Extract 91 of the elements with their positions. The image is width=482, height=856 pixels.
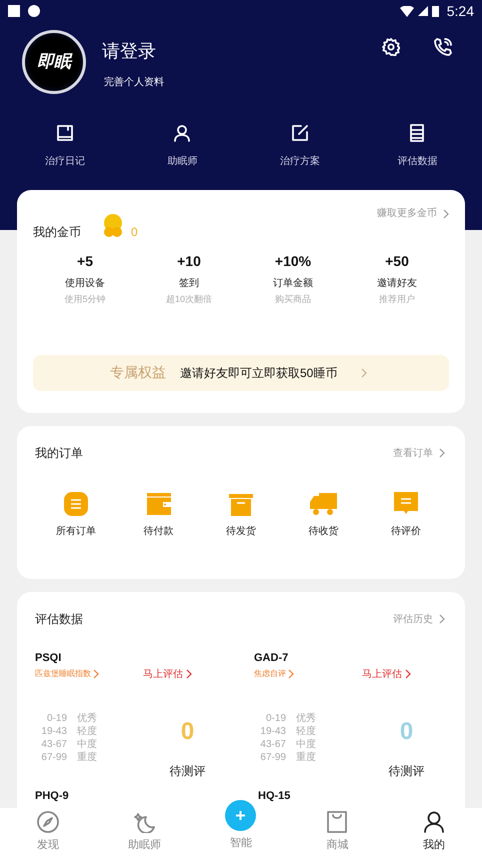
login-link[interactable]: 请登录 [102, 38, 164, 65]
range-text: 43-67 [40, 738, 67, 750]
range-text: 43-67 [259, 738, 286, 750]
phone-button[interactable] [434, 38, 452, 56]
coin-icon [101, 214, 125, 238]
reward-value: +10 [177, 252, 201, 271]
chevron-icon [443, 208, 449, 218]
reward-hint: 购买商品 [275, 293, 311, 306]
order-status-button[interactable]: 待评价 [364, 490, 447, 539]
chevron-icon [361, 368, 367, 378]
order-status-button[interactable]: 所有订单 [35, 490, 118, 539]
list-icon [64, 492, 88, 516]
compass-icon [37, 811, 60, 833]
status-time: 5:24 [446, 2, 474, 20]
reward-label: 签到 [179, 277, 199, 291]
section-title: 我的金币 [33, 224, 81, 241]
status-text: 待测评 [170, 762, 206, 780]
wallet-icon [146, 492, 171, 516]
scale-name: GAD-7 [254, 651, 290, 666]
tab-button[interactable]: 我的 [386, 808, 482, 856]
wifi-icon [400, 6, 414, 16]
chevron-icon [439, 448, 445, 458]
user-icon [424, 811, 444, 833]
assess-now-link[interactable]: 马上评估 [143, 666, 192, 682]
comment-icon [394, 492, 418, 516]
section-title: 评估数据 [35, 611, 83, 628]
settings-button[interactable] [382, 38, 400, 56]
signal-icon [418, 6, 428, 16]
app-badge-icon [28, 5, 40, 17]
moon-icon [134, 811, 156, 833]
chevron-icon [93, 669, 99, 679]
reward-hint: 推荐用户 [379, 293, 415, 306]
shortcut-button[interactable]: 助眠师 [124, 124, 241, 169]
range-text: 0-19 [264, 712, 286, 724]
order-status-button[interactable]: 待收货 [282, 490, 365, 539]
reward-label: 使用设备 [65, 277, 105, 291]
coin-count: 0 [131, 224, 138, 241]
score-value: 0 [400, 716, 414, 746]
range-label: 轻度 [296, 724, 316, 738]
tab-button[interactable]: 助眠师 [96, 808, 193, 856]
chevron-icon [288, 669, 294, 679]
notification-icon [8, 5, 20, 17]
range-text: 19-43 [40, 724, 67, 738]
tab-button[interactable]: 发现 [0, 808, 96, 856]
document-icon [409, 124, 426, 142]
scale-name: PSQI [35, 651, 62, 666]
range-label: 中度 [77, 738, 97, 750]
shortcut-button[interactable]: 评估数据 [358, 124, 476, 169]
range-text: 67-99 [259, 750, 286, 764]
reward-label: 邀请好友 [377, 276, 417, 291]
range-label: 重度 [77, 750, 97, 764]
notebook-icon [56, 124, 74, 142]
chevron-icon [439, 614, 445, 624]
range-label: 优秀 [296, 712, 316, 724]
range-label: 中度 [296, 738, 316, 750]
smart-tab[interactable]: 智能 [230, 835, 252, 852]
assess-now-link[interactable]: 马上评估 [362, 666, 411, 682]
box-icon [228, 494, 253, 516]
scale-name: HQ-15 [258, 788, 292, 804]
range-text: 67-99 [40, 750, 67, 764]
shortcut-button[interactable]: 治疗日记 [6, 124, 124, 169]
reward-hint: 使用5分钟 [64, 293, 106, 306]
battery-icon [432, 5, 439, 17]
chevron-icon [405, 669, 411, 679]
section-title: 我的订单 [35, 445, 83, 462]
shortcut-button[interactable]: 治疗方案 [241, 124, 358, 169]
reward-label: 订单金额 [273, 276, 313, 291]
order-status-button[interactable]: 待发货 [200, 490, 282, 539]
plus-icon [236, 811, 246, 820]
reward-value: +50 [385, 252, 409, 271]
edit-icon [290, 124, 309, 142]
range-label: 优秀 [77, 712, 97, 724]
status-text: 待测评 [388, 762, 424, 780]
range-text: 19-43 [259, 724, 286, 738]
chevron-icon [186, 669, 192, 679]
reward-value: +10% [274, 252, 312, 271]
profile-link[interactable]: 完善个人资料 [104, 75, 164, 90]
reward-value: +5 [77, 252, 93, 271]
reward-hint: 超10次翻倍 [166, 293, 212, 306]
person-icon [173, 124, 192, 142]
range-label: 重度 [296, 750, 316, 764]
benefit-banner[interactable]: 专属权益 邀请好友即可立即获取50睡币 [33, 354, 449, 390]
score-value: 0 [180, 716, 194, 746]
tab-button[interactable]: 商城 [289, 808, 386, 856]
truck-icon [309, 492, 338, 516]
avatar-logo: 即眠 [22, 30, 86, 94]
bag-icon [327, 811, 348, 833]
range-text: 0-19 [46, 712, 67, 724]
order-status-button[interactable]: 待付款 [117, 490, 200, 539]
scale-name: PHQ-9 [35, 788, 70, 804]
range-label: 轻度 [77, 724, 97, 738]
